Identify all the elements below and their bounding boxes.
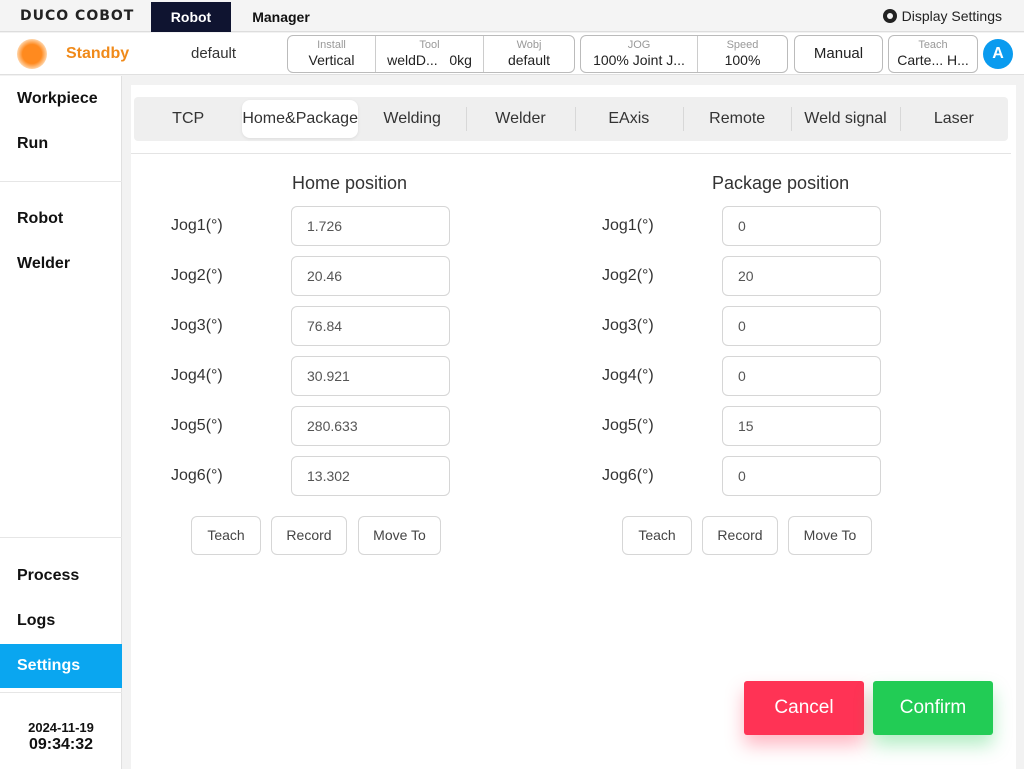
sidebar: Workpiece Run Robot Welder Process Logs … bbox=[0, 76, 122, 769]
display-settings-button[interactable]: Display Settings bbox=[882, 8, 1002, 24]
settings-panel: TCP Home&Package Welding Welder EAxis Re… bbox=[131, 85, 1016, 769]
tool-weight: 0kg bbox=[449, 52, 472, 68]
clock: 2024-11-19 09:34:32 bbox=[0, 720, 122, 754]
robot-state: Standby bbox=[66, 45, 130, 62]
tab-manager[interactable]: Manager bbox=[233, 2, 329, 32]
home-jog3-input[interactable]: 76.84 bbox=[291, 306, 450, 346]
tab-tcp[interactable]: TCP bbox=[134, 97, 242, 141]
install-value: Vertical bbox=[308, 52, 355, 68]
tool-caption: Tool bbox=[419, 39, 440, 51]
sidebar-divider bbox=[0, 181, 122, 182]
package-jog4-label: Jog4(°) bbox=[602, 367, 654, 384]
home-jog5-label: Jog5(°) bbox=[171, 417, 223, 434]
home-jog2-input[interactable]: 20.46 bbox=[291, 256, 450, 296]
teach-value: Carte... H... bbox=[897, 52, 969, 68]
wobj-caption: Wobj bbox=[516, 39, 542, 51]
home-jog4-input[interactable]: 30.921 bbox=[291, 356, 450, 396]
sidebar-item-workpiece[interactable]: Workpiece bbox=[0, 77, 122, 121]
package-jog6-input[interactable]: 0 bbox=[722, 456, 881, 496]
package-jog5-label: Jog5(°) bbox=[602, 417, 654, 434]
project-name: default bbox=[191, 45, 237, 62]
home-position-title: Home position bbox=[292, 173, 408, 193]
package-jog3-input[interactable]: 0 bbox=[722, 306, 881, 346]
tab-robot[interactable]: Robot bbox=[151, 2, 231, 32]
sidebar-divider bbox=[0, 692, 122, 693]
sidebar-divider bbox=[0, 537, 122, 538]
sidebar-item-settings[interactable]: Settings bbox=[0, 644, 122, 688]
tab-eaxis[interactable]: EAxis bbox=[574, 97, 683, 141]
gear-icon bbox=[882, 9, 897, 23]
duco-logo: DUCO COBOT bbox=[20, 8, 135, 24]
package-jog3-label: Jog3(°) bbox=[602, 317, 654, 334]
home-jog2-label: Jog2(°) bbox=[171, 267, 223, 284]
tool-name: weldD... bbox=[387, 52, 438, 68]
sidebar-item-logs[interactable]: Logs bbox=[0, 599, 122, 643]
speed-cell: Speed 100% bbox=[698, 36, 787, 72]
home-jog1-label: Jog1(°) bbox=[171, 217, 223, 234]
install-cell: Install Vertical bbox=[288, 36, 376, 72]
home-record-button[interactable]: Record bbox=[271, 516, 347, 555]
tool-value: weldD... 0kg bbox=[387, 52, 472, 69]
confirm-button[interactable]: Confirm bbox=[873, 681, 993, 735]
package-position-title: Package position bbox=[712, 173, 850, 193]
home-jog3-label: Jog3(°) bbox=[171, 317, 223, 334]
home-move-to-button[interactable]: Move To bbox=[358, 516, 441, 555]
tab-home-package[interactable]: Home&Package bbox=[242, 100, 358, 138]
package-teach-button[interactable]: Teach bbox=[622, 516, 692, 555]
home-jog1-input[interactable]: 1.726 bbox=[291, 206, 450, 246]
jog-speed-box[interactable]: JOG 100% Joint J... Speed 100% bbox=[580, 35, 788, 73]
sidebar-item-process[interactable]: Process bbox=[0, 554, 122, 598]
tab-welder[interactable]: Welder bbox=[466, 97, 574, 141]
install-caption: Install bbox=[317, 39, 346, 51]
wobj-cell: Wobj default bbox=[484, 36, 574, 72]
sidebar-item-welder[interactable]: Welder bbox=[0, 242, 122, 286]
current-time: 09:34:32 bbox=[28, 736, 94, 753]
current-date: 2024-11-19 bbox=[28, 720, 94, 735]
package-jog1-label: Jog1(°) bbox=[602, 217, 654, 234]
tool-cell: Tool weldD... 0kg bbox=[376, 36, 484, 72]
user-avatar[interactable]: A bbox=[983, 39, 1013, 69]
top-bar: DUCO COBOT Robot Manager Display Setting… bbox=[0, 0, 1024, 32]
status-indicator-icon bbox=[17, 39, 47, 69]
home-jog4-label: Jog4(°) bbox=[171, 367, 223, 384]
home-teach-button[interactable]: Teach bbox=[191, 516, 261, 555]
home-jog6-label: Jog6(°) bbox=[171, 467, 223, 484]
sidebar-item-run[interactable]: Run bbox=[0, 122, 122, 166]
teach-box[interactable]: Teach Carte... H... bbox=[888, 35, 978, 73]
package-jog6-label: Jog6(°) bbox=[602, 467, 654, 484]
teach-cell: Teach Carte... H... bbox=[889, 36, 977, 72]
package-jog4-input[interactable]: 0 bbox=[722, 356, 881, 396]
package-jog5-input[interactable]: 15 bbox=[722, 406, 881, 446]
tab-laser[interactable]: Laser bbox=[899, 97, 1008, 141]
package-move-to-button[interactable]: Move To bbox=[788, 516, 872, 555]
speed-caption: Speed bbox=[726, 39, 759, 51]
tab-remote[interactable]: Remote bbox=[683, 97, 791, 141]
package-record-button[interactable]: Record bbox=[702, 516, 778, 555]
install-tool-wobj-box[interactable]: Install Vertical Tool weldD... 0kg Wobj … bbox=[287, 35, 575, 73]
tab-welding[interactable]: Welding bbox=[358, 97, 466, 141]
tabs-divider bbox=[131, 153, 1011, 154]
sidebar-item-robot[interactable]: Robot bbox=[0, 197, 122, 241]
home-jog5-input[interactable]: 280.633 bbox=[291, 406, 450, 446]
package-jog2-label: Jog2(°) bbox=[602, 267, 654, 284]
manual-mode-button[interactable]: Manual bbox=[794, 35, 883, 73]
jog-value: 100% Joint J... bbox=[593, 52, 685, 68]
cancel-button[interactable]: Cancel bbox=[744, 681, 864, 735]
package-jog2-input[interactable]: 20 bbox=[722, 256, 881, 296]
wobj-value: default bbox=[507, 52, 551, 68]
tab-weld-signal[interactable]: Weld signal bbox=[791, 97, 899, 141]
teach-caption: Teach bbox=[918, 39, 948, 51]
speed-value: 100% bbox=[724, 52, 761, 68]
display-settings-label: Display Settings bbox=[901, 8, 1002, 24]
jog-cell: JOG 100% Joint J... bbox=[581, 36, 698, 72]
jog-caption: JOG bbox=[627, 39, 651, 51]
settings-tabs: TCP Home&Package Welding Welder EAxis Re… bbox=[134, 97, 1008, 141]
package-jog1-input[interactable]: 0 bbox=[722, 206, 881, 246]
home-jog6-input[interactable]: 13.302 bbox=[291, 456, 450, 496]
status-bar: Standby default Install Vertical Tool we… bbox=[0, 33, 1024, 75]
